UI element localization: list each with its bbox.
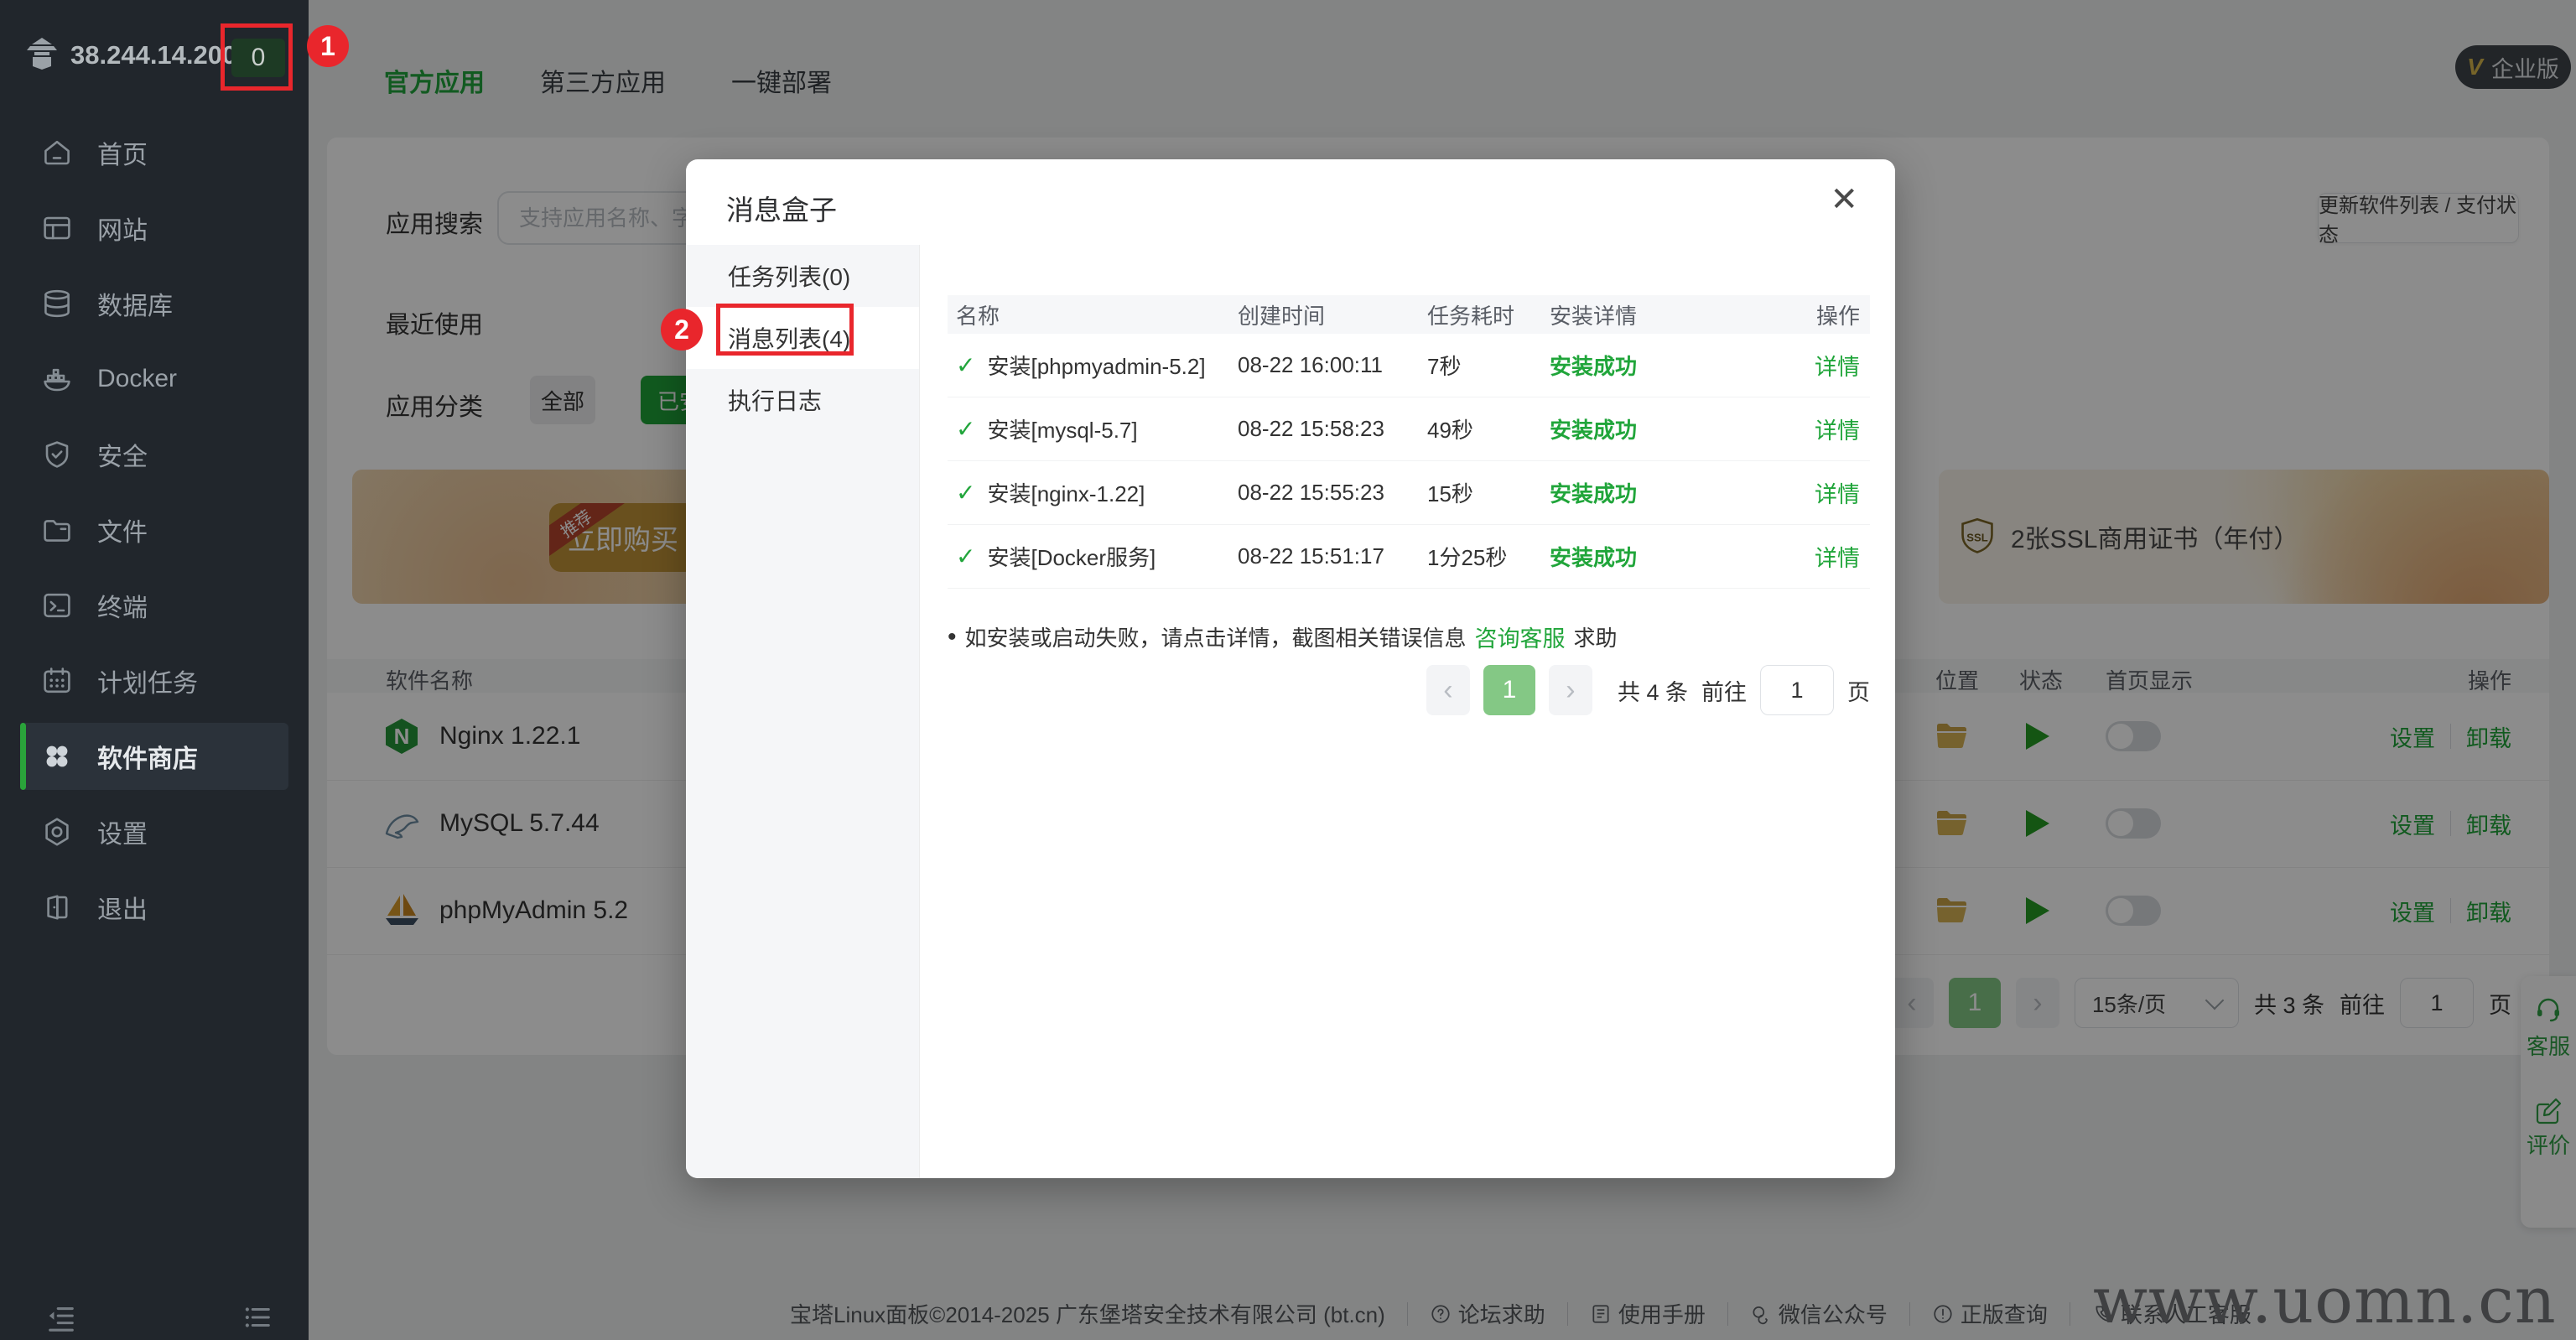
tab-exec-log[interactable]: 执行日志 bbox=[686, 369, 919, 431]
annotation-box-1 bbox=[221, 23, 293, 91]
detail-link[interactable]: 详情 bbox=[1811, 349, 1870, 382]
message-box-modal: 消息盒子 ✕ 任务列表(0) 消息列表(4) 执行日志 名称 创建时间 任务耗时… bbox=[686, 159, 1895, 1178]
database-icon bbox=[40, 287, 74, 320]
home-icon bbox=[40, 136, 74, 169]
message-row: ✓安装[phpmyadmin-5.2] 08-22 16:00:11 7秒 安装… bbox=[948, 334, 1870, 397]
sidebar-item-database[interactable]: 数据库 bbox=[0, 266, 309, 341]
bullet-icon: • bbox=[948, 623, 957, 652]
sidebar-item-website[interactable]: 网站 bbox=[0, 190, 309, 266]
modal-title: 消息盒子 bbox=[726, 188, 837, 228]
sidebar: 38.244.14.200 0 首页 网站 数据库 Docker 安全 bbox=[0, 0, 309, 1340]
folder-icon bbox=[40, 513, 74, 547]
collapse-sidebar-icon[interactable] bbox=[45, 1301, 77, 1333]
annotation-marker-1: 1 bbox=[307, 25, 349, 67]
goto-label: 前往 bbox=[1701, 674, 1747, 707]
page-unit-label: 页 bbox=[1847, 674, 1870, 707]
sidebar-item-security[interactable]: 安全 bbox=[0, 417, 309, 492]
goto-page-input[interactable] bbox=[1760, 665, 1834, 715]
success-check-icon: ✓ bbox=[956, 543, 975, 570]
sidebar-item-settings[interactable]: 设置 bbox=[0, 794, 309, 870]
message-row: ✓安装[mysql-5.7] 08-22 15:58:23 49秒 安装成功 详… bbox=[948, 397, 1870, 461]
success-check-icon: ✓ bbox=[956, 479, 975, 506]
message-table: 名称 创建时间 任务耗时 安装详情 操作 ✓安装[phpmyadmin-5.2]… bbox=[948, 295, 1870, 589]
sidebar-item-logout[interactable]: 退出 bbox=[0, 870, 309, 945]
docker-icon bbox=[40, 362, 74, 396]
sidebar-item-appstore[interactable]: 软件商店 bbox=[20, 723, 288, 790]
shield-check-icon bbox=[40, 438, 74, 471]
detail-link[interactable]: 详情 bbox=[1811, 540, 1870, 573]
sidebar-item-files[interactable]: 文件 bbox=[0, 492, 309, 568]
consult-support-link[interactable]: 咨询客服 bbox=[1475, 621, 1566, 653]
task-list-icon[interactable] bbox=[242, 1301, 273, 1333]
settings-icon bbox=[40, 815, 74, 849]
calendar-icon bbox=[40, 664, 74, 698]
detail-link[interactable]: 详情 bbox=[1811, 413, 1870, 445]
sidebar-item-docker[interactable]: Docker bbox=[0, 341, 309, 417]
modal-help-note: • 如安装或启动失败，请点击详情，截图相关错误信息 咨询客服 求助 bbox=[948, 621, 1618, 653]
site-watermark: www.uomn.cn bbox=[2093, 1263, 2557, 1337]
tab-task-list[interactable]: 任务列表(0) bbox=[686, 245, 919, 307]
close-icon[interactable]: ✕ bbox=[1830, 183, 1858, 216]
sidebar-item-cron[interactable]: 计划任务 bbox=[0, 643, 309, 719]
bt-logo-icon bbox=[23, 35, 60, 72]
website-icon bbox=[40, 211, 74, 245]
message-table-header: 名称 创建时间 任务耗时 安装详情 操作 bbox=[948, 295, 1870, 334]
message-row: ✓安装[nginx-1.22] 08-22 15:55:23 15秒 安装成功 … bbox=[948, 461, 1870, 525]
sidebar-item-terminal[interactable]: 终端 bbox=[0, 568, 309, 643]
next-page-button[interactable]: › bbox=[1549, 665, 1592, 715]
detail-link[interactable]: 详情 bbox=[1811, 476, 1870, 509]
terminal-icon bbox=[40, 589, 74, 622]
current-page-button[interactable]: 1 bbox=[1483, 665, 1535, 715]
sidebar-item-home[interactable]: 首页 bbox=[0, 115, 309, 190]
server-ip: 38.244.14.200 bbox=[70, 40, 236, 70]
total-count: 共 4 条 bbox=[1618, 674, 1688, 707]
modal-pagination: ‹ 1 › 共 4 条 前往 页 bbox=[1426, 662, 1870, 718]
sidebar-menu: 首页 网站 数据库 Docker 安全 文件 bbox=[0, 115, 309, 945]
prev-page-button[interactable]: ‹ bbox=[1426, 665, 1470, 715]
modal-tab-list: 任务列表(0) 消息列表(4) 执行日志 bbox=[686, 245, 920, 1178]
success-check-icon: ✓ bbox=[956, 351, 975, 379]
bt-panel-screen: 38.244.14.200 0 首页 网站 数据库 Docker 安全 bbox=[0, 0, 2576, 1340]
annotation-marker-2: 2 bbox=[661, 309, 703, 351]
success-check-icon: ✓ bbox=[956, 415, 975, 443]
appstore-icon bbox=[40, 740, 74, 773]
annotation-box-2 bbox=[716, 304, 854, 356]
exit-icon bbox=[40, 891, 74, 924]
message-row: ✓安装[Docker服务] 08-22 15:51:17 1分25秒 安装成功 … bbox=[948, 525, 1870, 589]
